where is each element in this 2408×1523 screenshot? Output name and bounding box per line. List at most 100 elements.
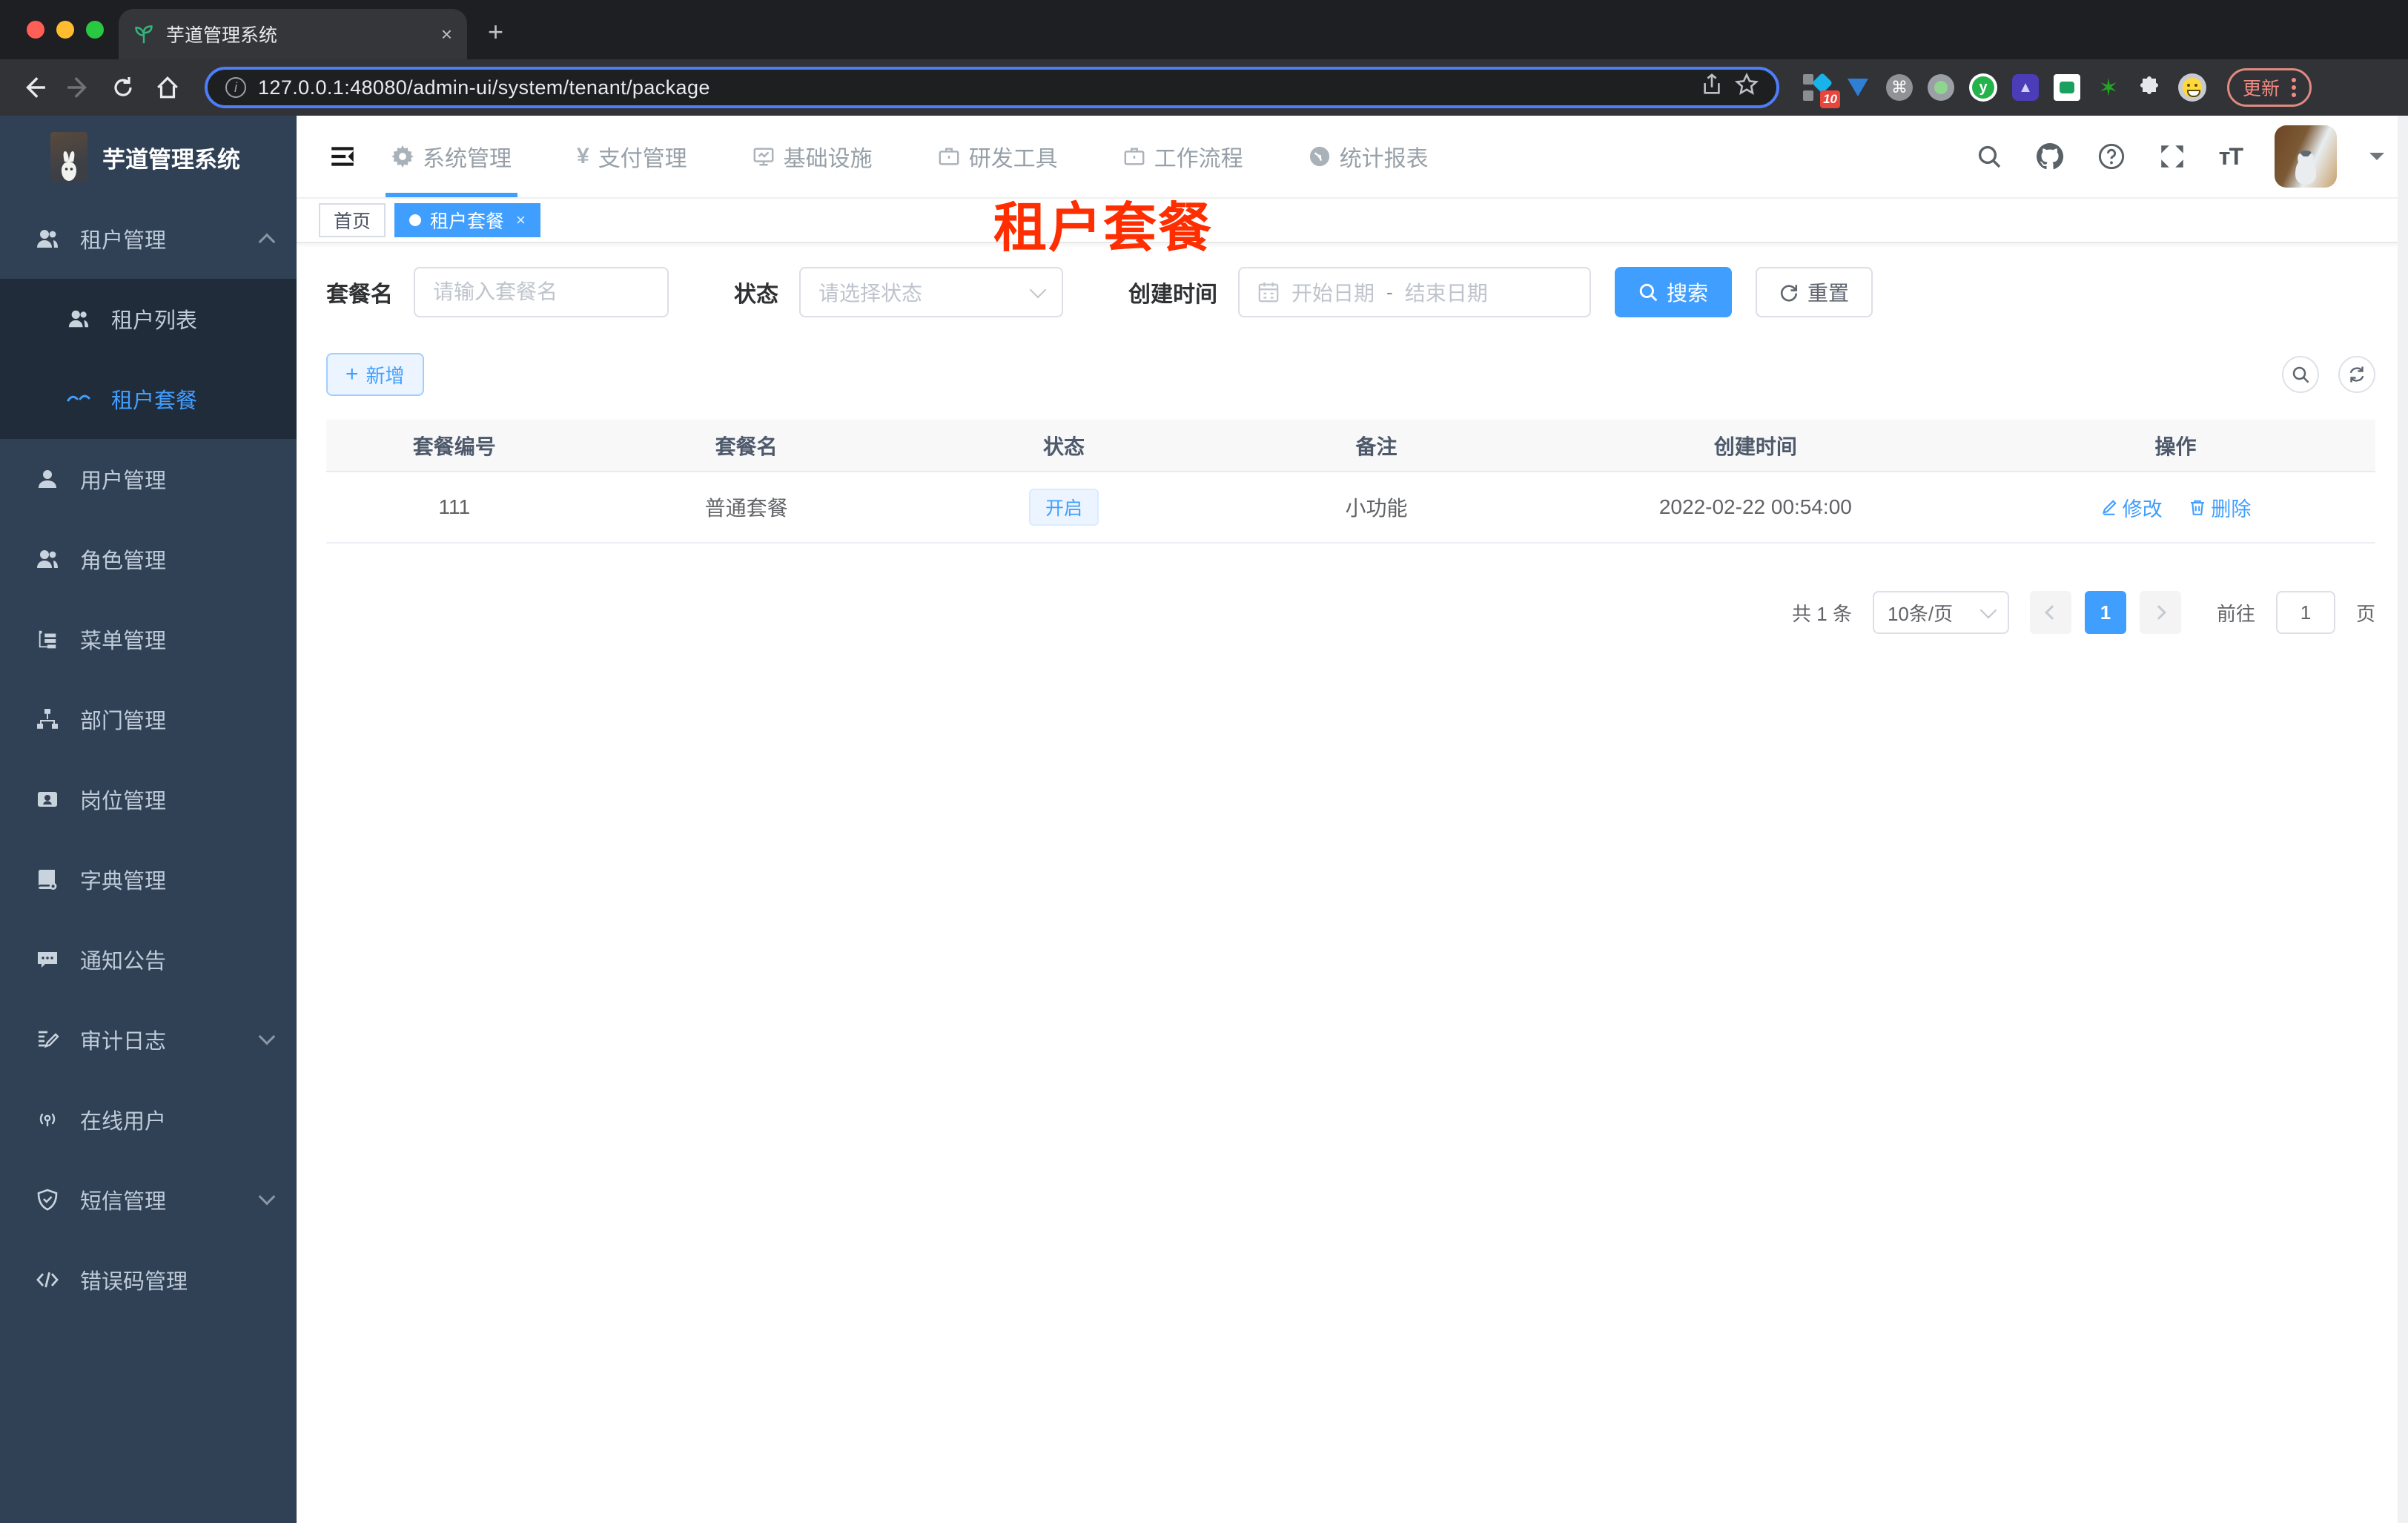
puzzle-icon[interactable] bbox=[2137, 74, 2163, 101]
sidebar-item-role-management[interactable]: 角色管理 bbox=[0, 519, 297, 599]
command-icon[interactable]: ⌘ bbox=[1886, 74, 1913, 101]
sidebar-item-tenant-list[interactable]: 租户列表 bbox=[0, 279, 297, 359]
sidebar-item-dict-management[interactable]: 字典管理 bbox=[0, 839, 297, 919]
emoji-ext-icon[interactable] bbox=[2178, 73, 2206, 102]
tag-tenant-package[interactable]: 租户套餐 × bbox=[394, 203, 540, 237]
reload-button[interactable] bbox=[104, 68, 142, 107]
sidebar-item-dept-management[interactable]: 部门管理 bbox=[0, 679, 297, 759]
url-bar[interactable]: i 127.0.0.1:48080/admin-ui/system/tenant… bbox=[205, 67, 1779, 108]
col-status: 状态 bbox=[910, 420, 1218, 472]
reset-button[interactable]: 重置 bbox=[1756, 267, 1873, 317]
tag-label: 首页 bbox=[334, 211, 371, 232]
chevron-down-icon[interactable] bbox=[2369, 153, 2384, 168]
calendar-icon bbox=[1257, 281, 1280, 303]
site-info-icon[interactable]: i bbox=[225, 77, 246, 98]
tag-label: 租户套餐 bbox=[430, 211, 505, 232]
tags-view-bar: 首页 租户套餐 × bbox=[297, 199, 2408, 243]
delete-link[interactable]: 删除 bbox=[2189, 493, 2251, 522]
next-page-button[interactable] bbox=[2139, 591, 2181, 634]
date-range-picker[interactable]: 开始日期 - 结束日期 bbox=[1238, 267, 1591, 317]
prev-page-button[interactable] bbox=[2029, 591, 2071, 634]
help-icon[interactable] bbox=[2097, 142, 2126, 171]
cell-actions: 修改 删除 bbox=[1975, 472, 2375, 544]
sidebar-item-sms-management[interactable]: 短信管理 bbox=[0, 1160, 297, 1240]
tag-home[interactable]: 首页 bbox=[319, 203, 386, 237]
status-select[interactable]: 请选择状态 bbox=[799, 267, 1063, 317]
cell-status: 开启 bbox=[910, 472, 1218, 544]
browser-update-button[interactable]: 更新 bbox=[2227, 68, 2312, 107]
fullscreen-icon[interactable] bbox=[2158, 142, 2186, 171]
table-toolbar: + 新增 bbox=[326, 353, 2375, 396]
end-date-placeholder[interactable]: 结束日期 bbox=[1405, 277, 1488, 307]
app-header: 系统管理 ¥ 支付管理 基础设施 研发工具 工作流程 统计报表 тT bbox=[297, 116, 2408, 199]
tab-system-management[interactable]: 系统管理 bbox=[386, 116, 517, 197]
goto-page-input[interactable] bbox=[2275, 591, 2335, 634]
sidebar-item-notice[interactable]: 通知公告 bbox=[0, 919, 297, 1000]
package-name-field[interactable] bbox=[433, 280, 649, 304]
tab-close-icon[interactable]: × bbox=[441, 23, 452, 46]
chat-ext-icon[interactable] bbox=[2054, 74, 2080, 101]
sidebar-item-user-management[interactable]: 用户管理 bbox=[0, 439, 297, 519]
github-icon[interactable] bbox=[2035, 142, 2065, 171]
y-circle-icon[interactable]: y bbox=[1969, 73, 1997, 102]
close-tag-icon[interactable]: × bbox=[516, 211, 526, 230]
user-avatar[interactable] bbox=[2275, 125, 2337, 188]
status-badge[interactable]: 开启 bbox=[1029, 489, 1099, 526]
add-button[interactable]: + 新增 bbox=[326, 353, 424, 396]
current-page[interactable]: 1 bbox=[2084, 591, 2126, 634]
sidebar-item-label: 通知公告 bbox=[80, 950, 167, 974]
bookmark-star-icon[interactable] bbox=[1734, 72, 1759, 102]
tab-statistics-report[interactable]: 统计报表 bbox=[1309, 116, 1429, 197]
search-button-label: 搜索 bbox=[1667, 282, 1709, 305]
sidebar-item-audit-log[interactable]: 审计日志 bbox=[0, 1000, 297, 1080]
maximize-window-button[interactable] bbox=[86, 21, 104, 39]
start-date-placeholder[interactable]: 开始日期 bbox=[1291, 277, 1375, 307]
sidebar-item-tenant-package[interactable]: 租户套餐 bbox=[0, 359, 297, 439]
search-button[interactable]: 搜索 bbox=[1615, 267, 1733, 317]
table-row: 111 普通套餐 开启 小功能 2022-02-22 00:54:00 修改 删… bbox=[326, 472, 2375, 544]
minimize-window-button[interactable] bbox=[56, 21, 74, 39]
scrollbar[interactable] bbox=[2398, 116, 2408, 1523]
back-button[interactable] bbox=[15, 68, 53, 107]
font-size-icon[interactable]: тT bbox=[2219, 143, 2243, 171]
edit-link[interactable]: 修改 bbox=[2100, 493, 2163, 522]
browser-menu-icon[interactable] bbox=[2292, 78, 2297, 97]
collapse-sidebar-icon[interactable] bbox=[320, 134, 365, 179]
logo-rabbit-image bbox=[50, 132, 87, 182]
forward-button[interactable] bbox=[59, 68, 98, 107]
table-search-icon[interactable] bbox=[2282, 356, 2319, 393]
search-icon[interactable] bbox=[1976, 143, 2002, 170]
close-window-button[interactable] bbox=[27, 21, 44, 39]
new-tab-button[interactable]: + bbox=[488, 16, 503, 47]
sidebar-item-label: 字典管理 bbox=[80, 870, 167, 893]
tab-payment-management[interactable]: ¥ 支付管理 bbox=[577, 116, 687, 197]
star-ext-icon[interactable]: ✶ bbox=[2095, 74, 2122, 101]
url-text[interactable]: 127.0.0.1:48080/admin-ui/system/tenant/p… bbox=[258, 76, 1689, 99]
recorder-icon[interactable] bbox=[1928, 74, 1954, 101]
table-refresh-icon[interactable] bbox=[2338, 356, 2375, 393]
share-icon[interactable] bbox=[1701, 73, 1723, 102]
browser-tab[interactable]: 芋道管理系统 × bbox=[119, 9, 467, 59]
col-package-id: 套餐编号 bbox=[326, 420, 583, 472]
home-button[interactable] bbox=[148, 68, 187, 107]
sidebar-item-online-users[interactable]: 在线用户 bbox=[0, 1080, 297, 1160]
users-icon bbox=[36, 227, 59, 251]
browser-toolbar: i 127.0.0.1:48080/admin-ui/system/tenant… bbox=[0, 59, 2408, 116]
col-package-name: 套餐名 bbox=[582, 420, 910, 472]
page-size-select[interactable]: 10条/页 bbox=[1872, 591, 2009, 634]
window-controls[interactable] bbox=[27, 21, 104, 39]
pagination: 共 1 条 10条/页 1 前往 页 bbox=[326, 591, 2375, 634]
sidebar-item-tenant-management[interactable]: 租户管理 bbox=[0, 199, 297, 279]
package-name-input[interactable] bbox=[414, 267, 669, 317]
blocker-icon[interactable]: 10 bbox=[1803, 72, 1840, 108]
tab-infrastructure[interactable]: 基础设施 bbox=[752, 116, 873, 197]
gem-icon[interactable] bbox=[1845, 74, 1871, 101]
sidebar-item-error-code[interactable]: 错误码管理 bbox=[0, 1240, 297, 1320]
shield-ext-icon[interactable]: ▲ bbox=[2012, 74, 2039, 101]
sidebar-item-menu-management[interactable]: 菜单管理 bbox=[0, 599, 297, 679]
chevron-down-icon bbox=[258, 1028, 276, 1045]
sidebar-item-label: 错误码管理 bbox=[80, 1270, 188, 1294]
cell-remark: 小功能 bbox=[1217, 472, 1535, 544]
sidebar-item-post-management[interactable]: 岗位管理 bbox=[0, 759, 297, 839]
sitemap-icon bbox=[36, 707, 59, 731]
